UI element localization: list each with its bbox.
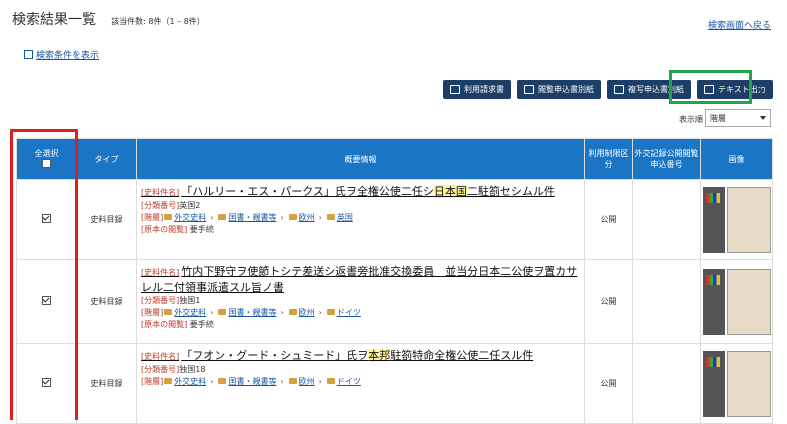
sort-value: 階層 [710, 114, 726, 123]
table-row: 史料目録 [史料件名] 「フオン・グード・シュミード」氏ヲ本邦駐箚特命全権公使二任… [16, 343, 773, 424]
page-header: 検索結果一覧 該当件数: 8件（1 – 8件） [12, 9, 205, 29]
type-header: タイプ [76, 138, 137, 180]
result-count: 該当件数: 8件（1 – 8件） [111, 17, 205, 26]
folder-icon [326, 309, 335, 315]
tier-breadcrumb: [階層] 外交史料 › 国書・親書等 › 欧州 › 英国 [141, 213, 353, 222]
restriction-header: 利用制限区分 [584, 138, 633, 180]
row-summary: [史料件名] 「フオン・グード・シュミード」氏ヲ本邦駐箚特命全権公使二任スル件 [… [136, 343, 585, 424]
record-thumbnail[interactable] [702, 186, 771, 253]
row-type: 史料目録 [76, 179, 137, 260]
summary-header: 概要情報 [136, 138, 585, 180]
folder-icon [288, 378, 297, 384]
highlight-frame-green [669, 70, 752, 104]
folder-icon [288, 214, 297, 220]
printer-icon [524, 85, 534, 94]
folder-icon [164, 214, 173, 220]
row-summary: [史料件名] 竹内下野守ヲ使節トシテ差送シ返書旁批准交換委員 並当分日本二公使ヲ置… [136, 259, 585, 344]
show-conditions-label: 検索条件を表示 [36, 51, 100, 61]
sort-label: 表示順 [679, 115, 703, 124]
folder-icon [164, 309, 173, 315]
foreign-record-header: 外交記録公開閲覧申込番号 [632, 138, 701, 180]
row-type: 史料目録 [76, 259, 137, 344]
row-summary: [史料件名] 「ハルリー・エス・パークス」氏ヲ全権公使二任シ日本国二駐箚セシムル件… [136, 179, 585, 260]
tier-breadcrumb: [階層] 外交史料 › 国書・親書等 › 欧州 › ドイツ [141, 377, 361, 386]
table-row: 史料目録 [史料件名] 竹内下野守ヲ使節トシテ差送シ返書旁批准交換委員 並当分日本… [16, 259, 773, 344]
sort-select[interactable]: 階層 [705, 109, 771, 127]
folder-icon [218, 214, 227, 220]
help-icon[interactable]: ? [760, 83, 773, 96]
show-conditions-toggle[interactable]: 検索条件を表示 [24, 48, 99, 61]
image-header: 画像 [700, 138, 773, 180]
tier-breadcrumb: [階層] 外交史料 › 国書・親書等 › 欧州 › ドイツ [141, 308, 361, 317]
record-thumbnail[interactable] [702, 268, 771, 335]
printer-icon [450, 85, 460, 94]
row-foreign-number [632, 259, 701, 344]
row-restriction: 公開 [584, 259, 633, 344]
folder-icon [218, 309, 227, 315]
folder-icon [288, 309, 297, 315]
table-row: 史料目録 [史料件名] 「ハルリー・エス・パークス」氏ヲ全権公使二任シ日本国二駐箚… [16, 179, 773, 260]
reading-form-button[interactable]: 閲覧申込書別紙 [517, 80, 601, 99]
record-title-link[interactable]: [史料件名] 「ハルリー・エス・パークス」氏ヲ全権公使二任シ日本国二駐箚セシムル件 [141, 184, 580, 200]
record-title-link[interactable]: [史料件名] 「フオン・グード・シュミード」氏ヲ本邦駐箚特命全権公使二任スル件 [141, 348, 580, 364]
plus-box-icon [24, 50, 33, 59]
usage-request-button[interactable]: 利用請求書 [443, 80, 511, 99]
folder-icon [164, 378, 173, 384]
row-restriction: 公開 [584, 343, 633, 424]
row-type: 史料目録 [76, 343, 137, 424]
page-title: 検索結果一覧 [12, 12, 96, 28]
row-restriction: 公開 [584, 179, 633, 260]
record-title-link[interactable]: [史料件名] 竹内下野守ヲ使節トシテ差送シ返書旁批准交換委員 並当分日本二公使ヲ置… [141, 264, 580, 295]
row-foreign-number [632, 179, 701, 260]
folder-icon [218, 378, 227, 384]
folder-icon [326, 378, 335, 384]
record-thumbnail[interactable] [702, 350, 771, 417]
chevron-down-icon [760, 116, 766, 120]
row-foreign-number [632, 343, 701, 424]
printer-icon [614, 85, 624, 94]
folder-icon [326, 214, 335, 220]
back-to-search-link[interactable]: 検索画面へ戻る [708, 18, 771, 31]
highlight-frame-red [10, 129, 78, 420]
results-table: 全選択 タイプ 概要情報 利用制限区分 外交記録公開閲覧申込番号 画像 史料目録… [16, 138, 773, 424]
